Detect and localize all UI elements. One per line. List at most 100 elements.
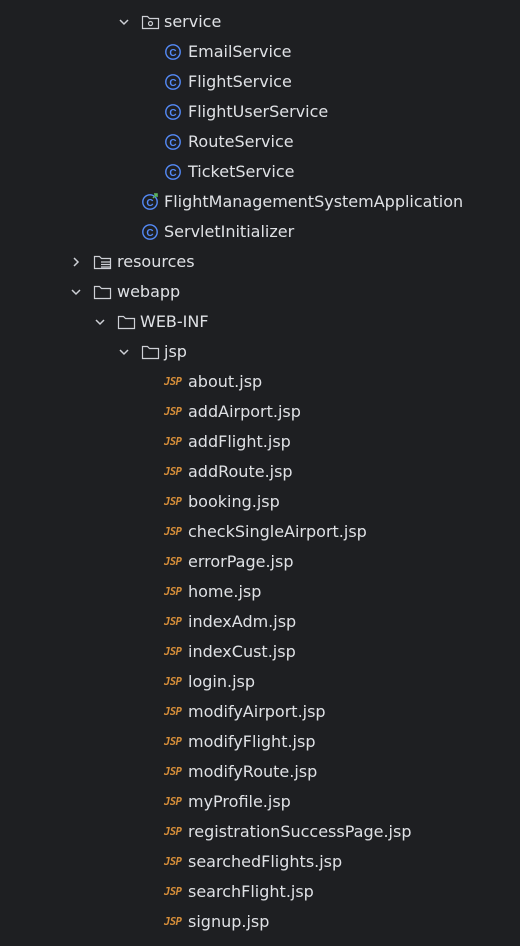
jsp-file-icon: JSP bbox=[164, 826, 182, 838]
spring-boot-class-icon: C bbox=[142, 193, 158, 210]
class-icon: C bbox=[165, 74, 181, 90]
tree-node-label: EmailService bbox=[188, 42, 292, 61]
tree-node-label: FlightManagementSystemApplication bbox=[164, 192, 464, 211]
tree-node-jsp-file[interactable]: JSP searchFlight.jsp bbox=[0, 877, 520, 907]
tree-node-label: TicketService bbox=[188, 162, 295, 181]
jsp-file-icon: JSP bbox=[164, 676, 182, 688]
tree-node-label: registrationSuccessPage.jsp bbox=[188, 822, 412, 841]
tree-node-web-inf[interactable]: WEB-INF bbox=[0, 307, 520, 337]
jsp-file-icon: JSP bbox=[164, 436, 182, 448]
tree-node-jsp-file[interactable]: JSP indexAdm.jsp bbox=[0, 607, 520, 637]
svg-text:C: C bbox=[169, 108, 176, 119]
tree-node-servlet-class[interactable]: C ServletInitializer bbox=[0, 217, 520, 247]
tree-node-jsp-file[interactable]: JSP addAirport.jsp bbox=[0, 397, 520, 427]
tree-node-jsp-file[interactable]: JSP searchedFlights.jsp bbox=[0, 847, 520, 877]
class-icon: C bbox=[142, 224, 158, 240]
tree-node-jsp-file[interactable]: JSP registrationSuccessPage.jsp bbox=[0, 817, 520, 847]
tree-node-jsp-file[interactable]: JSP myProfile.jsp bbox=[0, 787, 520, 817]
tree-node-label: about.jsp bbox=[188, 372, 263, 391]
class-icon: C bbox=[165, 164, 181, 180]
tree-node-service[interactable]: service bbox=[0, 7, 520, 37]
jsp-file-icon: JSP bbox=[164, 616, 182, 628]
jsp-file-icon: JSP bbox=[164, 586, 182, 598]
tree-node-label: modifyAirport.jsp bbox=[188, 702, 326, 721]
tree-node-jsp-file[interactable]: JSP modifyAirport.jsp bbox=[0, 697, 520, 727]
jsp-file-icon: JSP bbox=[164, 766, 182, 778]
tree-node-label: searchFlight.jsp bbox=[188, 882, 314, 901]
tree-node-label: addRoute.jsp bbox=[188, 462, 293, 481]
tree-node-jsp-file[interactable]: JSP indexCust.jsp bbox=[0, 637, 520, 667]
folder-icon bbox=[141, 345, 160, 360]
tree-node-label: ServletInitializer bbox=[164, 222, 295, 241]
tree-node-jsp-file[interactable]: JSP addFlight.jsp bbox=[0, 427, 520, 457]
svg-text:C: C bbox=[169, 78, 176, 89]
tree-node-label: myProfile.jsp bbox=[188, 792, 291, 811]
tree-node-jsp-folder[interactable]: jsp bbox=[0, 337, 520, 367]
tree-node-label: addAirport.jsp bbox=[188, 402, 301, 421]
tree-node-label: searchedFlights.jsp bbox=[188, 852, 343, 871]
tree-node-jsp-file[interactable]: JSP addRoute.jsp bbox=[0, 457, 520, 487]
tree-node-jsp-file[interactable]: JSP modifyRoute.jsp bbox=[0, 757, 520, 787]
tree-node-app-class[interactable]: C FlightManagementSystemApplication bbox=[0, 187, 520, 217]
tree-node-label: webapp bbox=[117, 282, 181, 301]
chevron-down-icon[interactable] bbox=[117, 345, 131, 359]
folder-icon bbox=[117, 315, 136, 330]
tree-node-label: booking.jsp bbox=[188, 492, 280, 511]
jsp-file-icon: JSP bbox=[164, 916, 182, 928]
jsp-file-icon: JSP bbox=[164, 376, 182, 388]
project-tree: service C EmailService C FlightService C Flig… bbox=[0, 0, 520, 946]
jsp-file-icon: JSP bbox=[164, 646, 182, 658]
tree-node-label: checkSingleAirport.jsp bbox=[188, 522, 367, 541]
jsp-file-icon: JSP bbox=[164, 526, 182, 538]
jsp-file-icon: JSP bbox=[164, 496, 182, 508]
chevron-down-icon[interactable] bbox=[117, 15, 131, 29]
chevron-down-icon[interactable] bbox=[69, 285, 83, 299]
svg-text:C: C bbox=[146, 228, 153, 239]
tree-node-label: signup.jsp bbox=[188, 912, 270, 931]
tree-node-label: RouteService bbox=[188, 132, 294, 151]
tree-node-class[interactable]: C TicketService bbox=[0, 157, 520, 187]
chevron-down-icon[interactable] bbox=[93, 315, 107, 329]
tree-node-jsp-file[interactable]: JSP home.jsp bbox=[0, 577, 520, 607]
tree-node-jsp-file[interactable]: JSP about.jsp bbox=[0, 367, 520, 397]
tree-node-class[interactable]: C FlightService bbox=[0, 67, 520, 97]
svg-text:C: C bbox=[169, 168, 176, 179]
tree-node-jsp-file[interactable]: JSP errorPage.jsp bbox=[0, 547, 520, 577]
tree-node-jsp-file[interactable]: JSP signup.jsp bbox=[0, 907, 520, 937]
tree-node-label: modifyRoute.jsp bbox=[188, 762, 318, 781]
class-icon: C bbox=[165, 134, 181, 150]
tree-node-class[interactable]: C FlightUserService bbox=[0, 97, 520, 127]
tree-node-label: service bbox=[164, 12, 222, 31]
class-icon: C bbox=[165, 104, 181, 120]
jsp-file-icon: JSP bbox=[164, 886, 182, 898]
jsp-file-icon: JSP bbox=[164, 856, 182, 868]
tree-node-label: login.jsp bbox=[188, 672, 255, 691]
folder-icon bbox=[93, 285, 112, 300]
tree-node-class[interactable]: C EmailService bbox=[0, 37, 520, 67]
class-icon: C bbox=[165, 44, 181, 60]
tree-node-label: WEB-INF bbox=[140, 312, 209, 331]
tree-node-jsp-file[interactable]: JSP modifyFlight.jsp bbox=[0, 727, 520, 757]
tree-node-label: jsp bbox=[164, 342, 187, 361]
tree-node-jsp-file[interactable]: JSP login.jsp bbox=[0, 667, 520, 697]
svg-text:C: C bbox=[169, 138, 176, 149]
tree-node-class[interactable]: C RouteService bbox=[0, 127, 520, 157]
package-folder-icon bbox=[141, 15, 160, 30]
tree-node-label: resources bbox=[117, 252, 195, 271]
jsp-file-icon: JSP bbox=[164, 466, 182, 478]
tree-node-label: FlightService bbox=[188, 72, 292, 91]
jsp-file-icon: JSP bbox=[164, 556, 182, 568]
tree-node-label: indexCust.jsp bbox=[188, 642, 296, 661]
tree-node-label: indexAdm.jsp bbox=[188, 612, 297, 631]
tree-node-label: home.jsp bbox=[188, 582, 262, 601]
tree-node-label: FlightUserService bbox=[188, 102, 329, 121]
jsp-file-icon: JSP bbox=[164, 706, 182, 718]
tree-node-jsp-file[interactable]: JSP booking.jsp bbox=[0, 487, 520, 517]
jsp-file-icon: JSP bbox=[164, 406, 182, 418]
svg-text:C: C bbox=[169, 48, 176, 59]
tree-node-jsp-file[interactable]: JSP checkSingleAirport.jsp bbox=[0, 517, 520, 547]
chevron-right-icon[interactable] bbox=[69, 255, 83, 269]
tree-node-webapp[interactable]: webapp bbox=[0, 277, 520, 307]
tree-node-resources[interactable]: resources bbox=[0, 247, 520, 277]
jsp-file-icon: JSP bbox=[164, 796, 182, 808]
